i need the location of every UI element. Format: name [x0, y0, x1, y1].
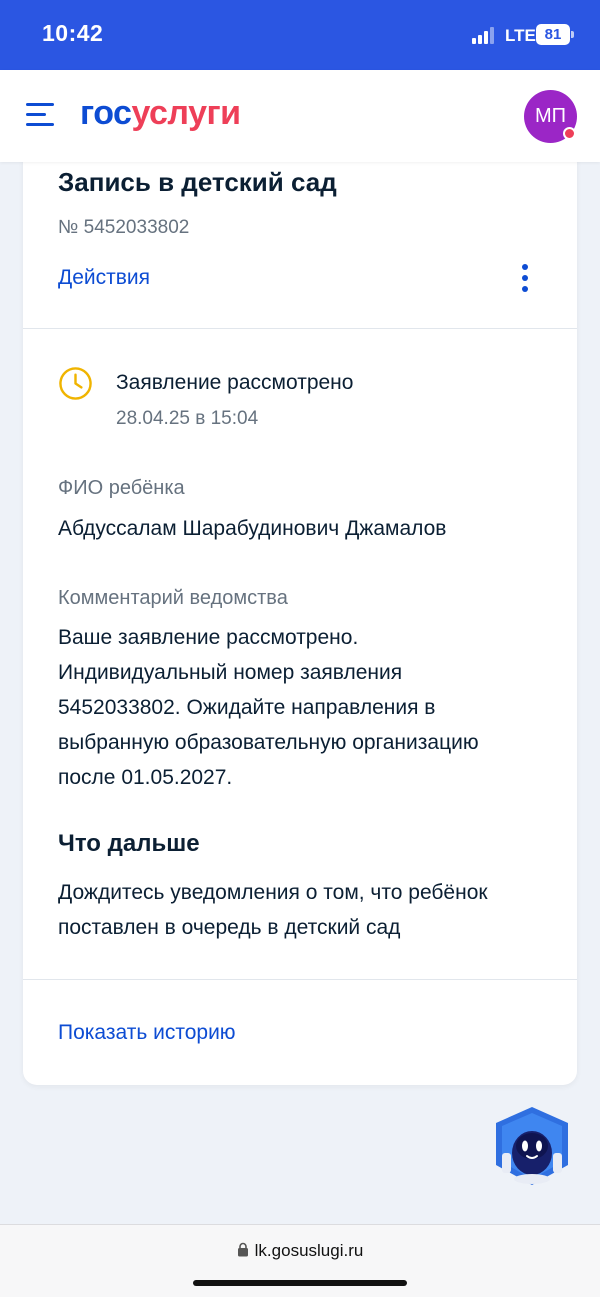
comment-line: после 01.05.2027. [58, 766, 233, 789]
comment-line: Индивидуальный номер заявления [58, 661, 403, 684]
next-steps-line: поставлен в очередь в детский сад [58, 916, 401, 939]
child-name-value: Абдуссалам Шарабудинович Джамалов [58, 517, 447, 540]
divider [23, 328, 577, 329]
next-steps-title: Что дальше [58, 830, 200, 857]
status-time: 10:42 [42, 20, 104, 46]
browser-bar: lk.gosuslugi.ru [0, 1224, 600, 1297]
notification-dot [563, 127, 576, 140]
divider [23, 979, 577, 980]
comment-label: Комментарий ведомства [58, 587, 288, 609]
page-title: Запись в детский сад [58, 167, 337, 197]
more-options-icon[interactable] [520, 264, 530, 292]
status-bar: 10:42 LTE 81 [0, 0, 600, 70]
assistant-robot-icon[interactable] [490, 1105, 574, 1187]
logo-part-1: гос [80, 94, 132, 132]
menu-icon[interactable] [26, 103, 54, 127]
signal-icon [472, 27, 496, 44]
child-name-label: ФИО ребёнка [58, 477, 185, 499]
show-history-link[interactable]: Показать историю [58, 1021, 236, 1045]
network-type: LTE [505, 26, 536, 45]
home-indicator[interactable] [193, 1280, 407, 1286]
avatar-initials: МП [534, 105, 567, 127]
url-text: lk.gosuslugi.ru [254, 1241, 364, 1260]
battery-icon: 81 [536, 24, 570, 45]
lock-icon [237, 1242, 248, 1257]
avatar[interactable]: МП [524, 90, 577, 143]
application-card: Запись в детский сад № 5452033802 Действ… [23, 140, 577, 1085]
comment-text: Ваше заявление рассмотрено. Индивидуальн… [58, 620, 479, 795]
application-number: № 5452033802 [58, 217, 190, 238]
comment-line: 5452033802. Ожидайте направления в [58, 696, 436, 719]
clock-icon [59, 367, 92, 400]
battery-tip [571, 31, 574, 38]
gosuslugi-logo[interactable]: госуслуги [80, 94, 241, 133]
status-date: 28.04.25 в 15:04 [116, 408, 259, 429]
comment-line: Ваше заявление рассмотрено. [58, 626, 359, 649]
next-steps-line: Дождитесь уведомления о том, что ребёнок [58, 881, 488, 904]
logo-part-2: услуги [131, 94, 241, 132]
app-header: госуслуги МП [0, 70, 600, 162]
url-display[interactable]: lk.gosuslugi.ru [0, 1241, 600, 1261]
next-steps-text: Дождитесь уведомления о том, что ребёнок… [58, 875, 488, 945]
status-text: Заявление рассмотрено [116, 371, 354, 394]
actions-link[interactable]: Действия [58, 266, 150, 290]
comment-line: выбранную образовательную организацию [58, 731, 479, 754]
